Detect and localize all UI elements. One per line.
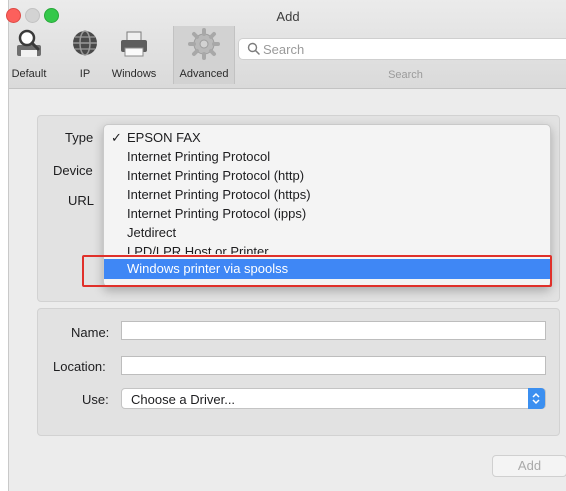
menu-item-ipp-http[interactable]: Internet Printing Protocol (http) [104,167,550,184]
menu-item-jetdirect[interactable]: Jetdirect [104,224,550,241]
search-icon [247,42,260,55]
toolbar-windows-label: Windows [111,68,157,80]
name-label: Name: [71,325,110,340]
toolbar: Add Default IP Windows Advanced Search S… [6,0,566,89]
toolbar-windows-button[interactable]: Windows [107,26,161,84]
highlight-annotation-box [82,255,552,287]
url-label: URL [68,193,95,208]
menu-item-epson-fax[interactable]: ✓ EPSON FAX [104,129,550,146]
location-field[interactable] [121,356,546,375]
driver-popup[interactable]: Choose a Driver... [121,388,546,409]
toolbar-default-label: Default [11,68,47,80]
toolbar-ip-label: IP [79,68,91,80]
driver-popup-value: Choose a Driver... [131,392,236,407]
device-label: Device [53,163,93,178]
checkmark-icon: ✓ [111,130,122,145]
add-button[interactable]: Add [492,455,566,477]
location-label: Location: [53,359,106,374]
search-input[interactable] [263,41,563,57]
menu-item-ipp-https[interactable]: Internet Printing Protocol (https) [104,186,550,203]
toolbar-advanced-label: Advanced [179,68,229,80]
toolbar-default-button[interactable]: Default [9,26,49,84]
globe-icon [68,28,102,60]
type-label: Type [65,130,94,145]
menu-item-ipp-ipps[interactable]: Internet Printing Protocol (ipps) [104,205,550,222]
window-title: Add [276,9,300,24]
search-field[interactable] [238,38,566,60]
default-printer-icon [12,28,46,60]
gear-icon [187,28,221,60]
use-label: Use: [82,392,109,407]
toolbar-ip-button[interactable]: IP [65,26,105,84]
menu-item-ipp[interactable]: Internet Printing Protocol [104,148,550,165]
name-field[interactable] [121,321,546,340]
search-caption: Search [388,69,423,81]
windows-printer-icon [117,28,151,60]
toolbar-advanced-button[interactable]: Advanced [173,26,235,84]
menu-item-lpd-lpr[interactable]: LPD/LPR Host or Printer [104,243,550,254]
chevron-updown-icon [528,388,545,409]
add-printer-window: Add Default IP Windows Advanced Search S… [6,0,566,491]
